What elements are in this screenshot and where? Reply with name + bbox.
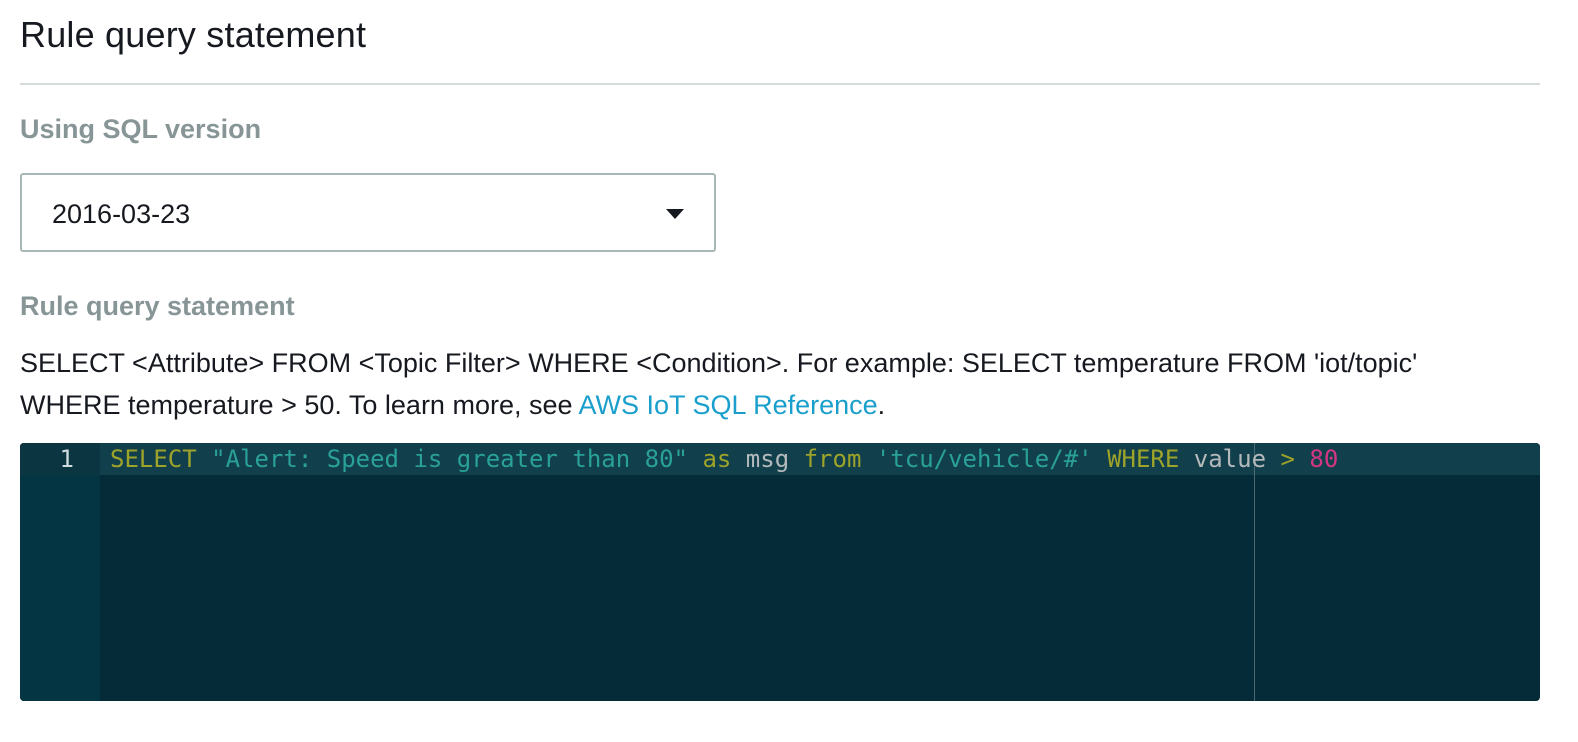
print-margin [1254, 443, 1255, 701]
sql-token-keyword: from [803, 445, 862, 473]
code-line[interactable]: SELECT "Alert: Speed is greater than 80"… [110, 443, 1338, 475]
sql-version-select[interactable]: 2016-03-23 [20, 173, 716, 252]
sql-token-keyword: as [702, 445, 732, 473]
sql-token-number: 80 [1309, 445, 1339, 473]
caret-down-icon [666, 209, 684, 219]
sql-token-string: "Alert: Speed is greater than 80" [211, 445, 688, 473]
sql-token-identifier: msg [745, 445, 790, 473]
rule-query-description: SELECT <Attribute> FROM <Topic Filter> W… [20, 342, 1520, 426]
divider [20, 83, 1540, 85]
sql-token-space [861, 445, 875, 473]
sql-token-space [1179, 445, 1193, 473]
sql-token-space [1266, 445, 1280, 473]
rule-query-label: Rule query statement [20, 291, 295, 321]
rule-query-panel: Rule query statement Using SQL version 2… [0, 0, 1578, 742]
sql-token-operator: > [1280, 445, 1295, 473]
sql-token-keyword: WHERE [1107, 445, 1180, 473]
sql-version-value: 2016-03-23 [52, 199, 191, 229]
sql-token-identifier: value [1193, 445, 1267, 473]
sql-token-space [1295, 445, 1309, 473]
sql-version-label: Using SQL version [20, 114, 262, 144]
sql-token-space [731, 445, 745, 473]
sql-code-editor[interactable]: 1 SELECT "Alert: Speed is greater than 8… [20, 443, 1540, 701]
aws-iot-sql-reference-link[interactable]: AWS IoT SQL Reference [579, 390, 878, 420]
sql-token-space [197, 445, 211, 473]
sql-token-space [1093, 445, 1107, 473]
sql-token-keyword: SELECT [110, 445, 197, 473]
editor-gutter [20, 443, 100, 701]
sql-token-string: 'tcu/vehicle/#' [875, 445, 1093, 473]
section-title: Rule query statement [20, 14, 367, 55]
sql-token-space [789, 445, 803, 473]
description-end: . [877, 390, 886, 420]
line-number: 1 [59, 445, 74, 473]
sql-token-space [688, 445, 702, 473]
